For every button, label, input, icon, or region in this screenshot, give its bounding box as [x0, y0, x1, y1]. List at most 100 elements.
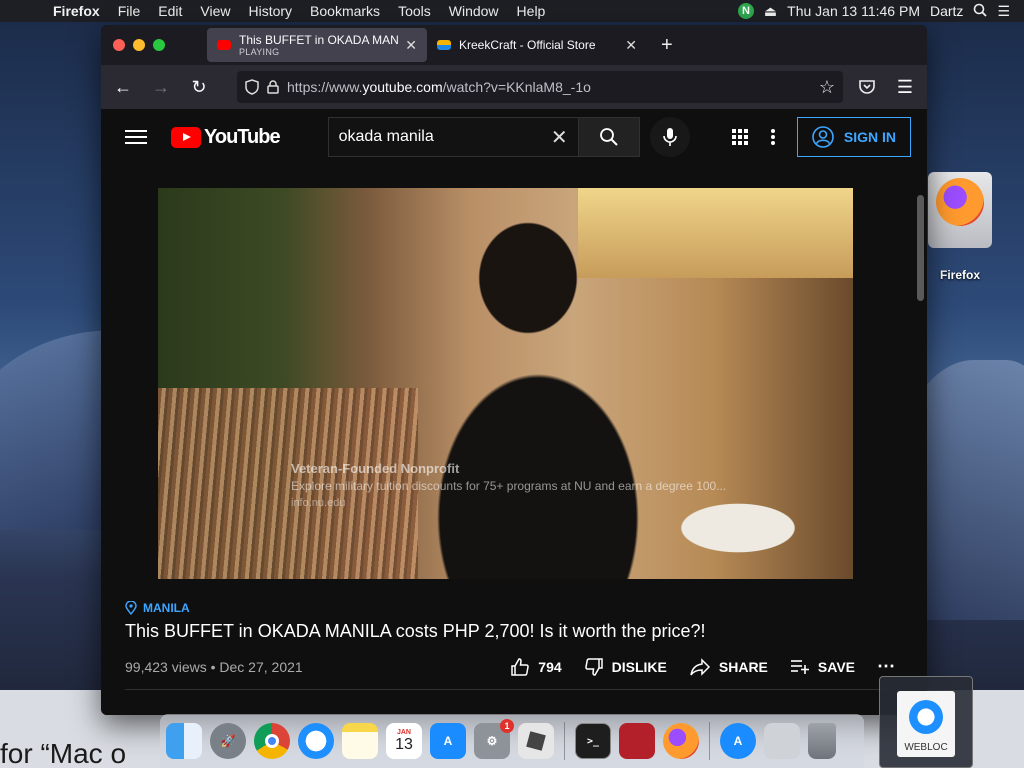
webloc-file-icon[interactable]: WEBLOC: [879, 676, 973, 768]
dislike-label: DISLIKE: [611, 658, 667, 675]
share-arrow-icon: [690, 657, 710, 676]
menu-bookmarks[interactable]: Bookmarks: [301, 3, 389, 19]
page-scrollbar[interactable]: [917, 195, 924, 301]
video-frame-detail: [578, 188, 853, 278]
bookmark-star-icon[interactable]: ☆: [819, 77, 835, 98]
more-actions-icon[interactable]: ⋯: [877, 656, 895, 677]
window-controls: [101, 39, 207, 51]
youtube-logo[interactable]: YouTube: [171, 126, 281, 149]
url-path: /watch?v=KKnlaM8_-1o: [442, 79, 591, 95]
terminal-icon[interactable]: >_: [575, 723, 611, 759]
user-name[interactable]: Dartz: [930, 3, 963, 19]
search-input[interactable]: okada manila ✕: [327, 117, 578, 157]
url-host: youtube.com: [362, 79, 443, 95]
webloc-document: WEBLOC: [897, 691, 955, 757]
share-label: SHARE: [718, 658, 768, 675]
downloads-app-store-icon[interactable]: A: [720, 723, 756, 759]
video-player[interactable]: Veteran-Founded Nonprofit Explore milita…: [158, 188, 853, 579]
search-form: okada manila ✕: [327, 117, 640, 157]
calendar-month: JAN: [396, 728, 411, 736]
system-preferences-icon[interactable]: ⚙ 1: [474, 719, 514, 759]
overlay-ad[interactable]: Veteran-Founded Nonprofit Explore milita…: [291, 461, 726, 509]
save-button[interactable]: SAVE: [790, 659, 855, 675]
microphone-icon: [662, 128, 677, 146]
apps-grid-icon[interactable]: [731, 128, 749, 146]
like-button[interactable]: 794: [510, 657, 562, 677]
save-label: SAVE: [817, 658, 855, 675]
menu-window[interactable]: Window: [440, 3, 508, 19]
pocket-icon[interactable]: [853, 73, 881, 101]
address-bar[interactable]: https://www.youtube.com/watch?v=KKnlaM8_…: [237, 71, 843, 103]
clock[interactable]: Thu Jan 13 11:46 PM: [787, 3, 920, 19]
lock-icon[interactable]: [267, 80, 279, 94]
ad-body: Explore military tuition discounts for 7…: [291, 479, 727, 493]
roblox-icon[interactable]: [518, 723, 554, 759]
new-tab-icon[interactable]: +: [661, 34, 673, 57]
location-link[interactable]: MANILA: [125, 601, 895, 615]
eject-icon[interactable]: ⏏: [764, 3, 777, 20]
account-icon: [812, 126, 834, 148]
menu-edit[interactable]: Edit: [149, 3, 191, 19]
compass-icon: [909, 700, 943, 734]
calendar-icon[interactable]: JAN 13: [386, 723, 422, 759]
photo-booth-icon[interactable]: [619, 723, 655, 759]
menu-help[interactable]: Help: [508, 3, 555, 19]
close-tab-icon[interactable]: ✕: [405, 37, 417, 54]
forward-arrow-icon[interactable]: →: [147, 73, 175, 101]
dock-separator: [564, 722, 565, 760]
menu-app-firefox[interactable]: Firefox: [44, 3, 109, 19]
menu-tools[interactable]: Tools: [389, 3, 440, 19]
launchpad-icon[interactable]: 🚀: [210, 723, 246, 759]
tab-title: This BUFFET in OKADA MANILA: [239, 33, 400, 47]
firefox-dock-icon[interactable]: [663, 723, 699, 759]
menu-view[interactable]: View: [191, 3, 239, 19]
tab-youtube[interactable]: This BUFFET in OKADA MANILA PLAYING ✕: [207, 28, 427, 62]
youtube-header: YouTube okada manila ✕ SIGN IN: [101, 109, 927, 165]
location-pin-icon: [125, 601, 137, 615]
sign-in-label: SIGN IN: [843, 129, 896, 145]
close-tab-icon[interactable]: ✕: [625, 37, 637, 54]
close-window-button[interactable]: [113, 39, 125, 51]
youtube-play-logo-icon: [171, 126, 201, 148]
nordvpn-status-icon[interactable]: N: [737, 3, 754, 19]
zoom-window-button[interactable]: [153, 39, 165, 51]
navigation-toolbar: ← → ↻ https://www.youtube.com/watch?v=KK…: [101, 65, 927, 109]
more-options-icon[interactable]: [770, 128, 775, 146]
ad-url: info.nu.edu: [291, 497, 346, 509]
youtube-page: YouTube okada manila ✕ SIGN IN Veteran-F…: [101, 109, 927, 715]
spotlight-search-icon[interactable]: [973, 3, 988, 20]
documents-stack-icon[interactable]: [764, 723, 800, 759]
voice-search-button[interactable]: [649, 117, 690, 157]
back-arrow-icon[interactable]: ←: [109, 73, 137, 101]
reload-icon[interactable]: ↻: [185, 73, 213, 101]
safari-icon[interactable]: [298, 723, 334, 759]
desktop-icon-label: Firefox: [939, 268, 980, 282]
app-store-icon[interactable]: A: [430, 723, 466, 759]
dislike-button[interactable]: DISLIKE: [584, 657, 667, 677]
minimize-window-button[interactable]: [133, 39, 145, 51]
thumbs-up-icon: [511, 657, 530, 676]
desktop-firefox-icon[interactable]: Firefox: [926, 172, 994, 282]
like-count: 794: [538, 658, 562, 675]
trash-icon[interactable]: [808, 723, 836, 759]
guide-menu-icon[interactable]: [125, 130, 147, 144]
menu-history[interactable]: History: [239, 3, 301, 19]
search-button[interactable]: [577, 117, 640, 157]
tab-bar: This BUFFET in OKADA MANILA PLAYING ✕ Kr…: [101, 25, 927, 65]
control-center-icon[interactable]: ☰: [997, 3, 1010, 20]
sign-in-button[interactable]: SIGN IN: [796, 117, 911, 157]
notes-icon[interactable]: [342, 723, 378, 759]
clear-search-icon[interactable]: ✕: [551, 125, 568, 150]
share-button[interactable]: SHARE: [689, 657, 768, 676]
menu-file[interactable]: File: [109, 3, 150, 19]
location-label: MANILA: [143, 601, 190, 615]
tab-kreekcraft[interactable]: KreekCraft - Official Store ✕: [427, 28, 647, 62]
chrome-icon[interactable]: [254, 723, 290, 759]
finder-icon[interactable]: [166, 723, 202, 759]
firefox-window: This BUFFET in OKADA MANILA PLAYING ✕ Kr…: [101, 25, 927, 715]
app-menu-icon[interactable]: ☰: [891, 73, 919, 101]
kreekcraft-favicon-icon: [437, 40, 451, 50]
tracking-shield-icon[interactable]: [245, 79, 259, 95]
menu-bar: Firefox File Edit View History Bookmarks…: [0, 0, 1024, 22]
search-query: okada manila: [338, 128, 434, 145]
